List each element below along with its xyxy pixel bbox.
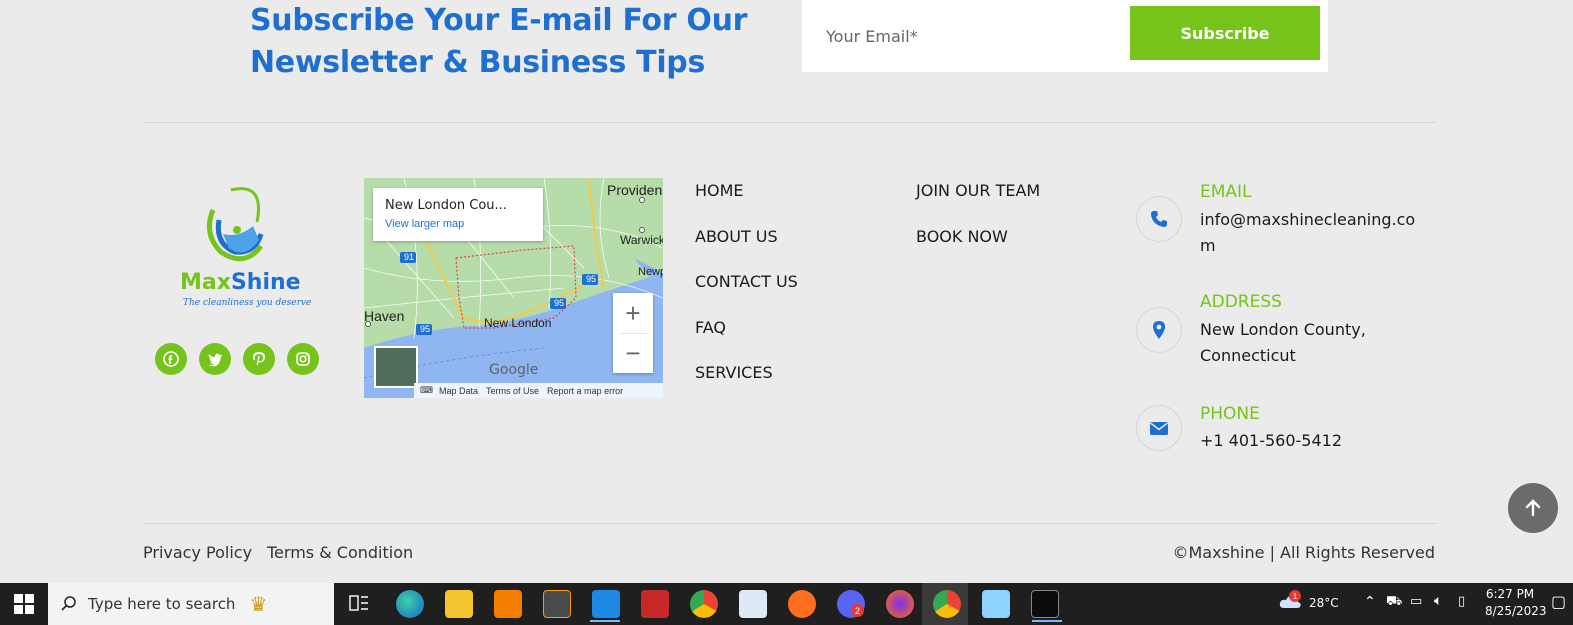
clock-date: 8/25/2023 xyxy=(1485,604,1547,618)
map-label-new-london: New London xyxy=(484,316,552,330)
usb-icon[interactable]: ⛟ xyxy=(1386,594,1402,611)
phone-value[interactable]: +1 401-560-5412 xyxy=(1200,428,1342,454)
newsletter-heading: Subscribe Your E-mail For Our Newsletter… xyxy=(250,0,770,84)
task-view-icon[interactable] xyxy=(348,593,370,618)
address-value: New London County, Connecticut xyxy=(1200,317,1366,369)
sublime-text-icon[interactable] xyxy=(543,590,571,618)
email-value-line1: info@maxshinecleaning.co xyxy=(1200,210,1416,229)
address-value-line1: New London County, xyxy=(1200,320,1366,339)
search-icon xyxy=(61,596,76,611)
section-divider xyxy=(143,122,1436,123)
nav-services[interactable]: SERVICES xyxy=(695,363,773,382)
arrow-up-icon xyxy=(1525,499,1541,517)
map-zoom-out-button[interactable]: − xyxy=(613,334,653,373)
nav-join-our-team[interactable]: JOIN OUR TEAM xyxy=(916,181,1040,200)
terms-link[interactable]: Terms & Condition xyxy=(267,543,413,562)
map-zoom-in-button[interactable]: + xyxy=(613,293,653,333)
map-report-link[interactable]: Report a map error xyxy=(547,386,623,396)
nav-about-us[interactable]: ABOUT US xyxy=(695,227,778,246)
chrome-profile-icon[interactable] xyxy=(933,590,961,618)
battery-icon[interactable]: ▯ xyxy=(1458,594,1465,609)
map-label-warwick: Warwick xyxy=(620,233,663,247)
vscode-icon[interactable] xyxy=(592,590,620,618)
email-title: EMAIL xyxy=(1200,182,1252,202)
clock-time: 6:27 PM xyxy=(1485,587,1535,601)
pinterest-icon[interactable] xyxy=(243,343,275,375)
location-pin-icon xyxy=(1136,307,1182,353)
map-label-newport: Newp xyxy=(638,266,663,278)
map-label-haven: Haven xyxy=(364,308,405,324)
phone-icon xyxy=(1136,196,1182,242)
logo-tagline: The cleanliness you deserve xyxy=(183,298,312,308)
facebook-icon[interactable] xyxy=(155,343,187,375)
filezilla-icon[interactable] xyxy=(641,590,669,618)
map-label-i95-east: 95 xyxy=(586,274,597,284)
nav-home[interactable]: HOME xyxy=(695,181,744,200)
chevron-up-icon[interactable]: ⌃ xyxy=(1364,594,1376,610)
newsletter-heading-line2: Newsletter & Business Tips xyxy=(250,45,706,80)
taskbar-clock[interactable]: 6:27 PM 8/25/2023 xyxy=(1485,587,1547,618)
xampp-icon[interactable] xyxy=(494,590,522,618)
map-label-i95-west: 95 xyxy=(420,324,431,334)
twitter-icon[interactable] xyxy=(199,343,231,375)
location-map[interactable]: Providen Warwick Newp Haven New London 9… xyxy=(364,178,663,398)
map-terms-link[interactable]: Terms of Use xyxy=(486,386,539,396)
map-place-name: New London Cou... xyxy=(385,198,507,213)
scroll-to-top-button[interactable] xyxy=(1508,483,1558,533)
taskbar-search-placeholder: Type here to search xyxy=(88,595,236,613)
newsletter-email-input[interactable] xyxy=(802,0,1122,72)
windows-start-icon[interactable] xyxy=(14,594,34,619)
google-logo: Google xyxy=(489,362,539,378)
nav-faq[interactable]: FAQ xyxy=(695,318,726,337)
notepad-icon[interactable] xyxy=(982,590,1010,618)
subscribe-button[interactable]: Subscribe xyxy=(1130,6,1320,60)
edge-icon[interactable] xyxy=(396,590,424,618)
terminal-icon[interactable] xyxy=(1031,590,1059,618)
discord-badge: 2 xyxy=(851,604,864,617)
address-title: ADDRESS xyxy=(1200,292,1282,312)
logo-mark-icon xyxy=(206,187,264,262)
newsletter-heading-line1: Subscribe Your E-mail For Our xyxy=(250,3,748,38)
postman-icon[interactable] xyxy=(788,590,816,618)
map-label-i95-center: 95 xyxy=(554,298,565,308)
remote-desktop-icon[interactable] xyxy=(739,590,767,618)
map-label-i91: 91 xyxy=(404,252,415,262)
terminal-running-indicator xyxy=(1032,620,1062,622)
instagram-icon[interactable] xyxy=(287,343,319,375)
map-satellite-toggle[interactable] xyxy=(374,346,418,388)
chrome-icon[interactable] xyxy=(690,590,718,618)
footer-divider xyxy=(143,523,1436,524)
copyright-text: ©Maxshine | All Rights Reserved xyxy=(1172,543,1436,562)
maxshine-logo[interactable]: MaxShine The cleanliness you deserve xyxy=(175,182,311,312)
phone-title: PHONE xyxy=(1200,404,1260,424)
email-value[interactable]: info@maxshinecleaning.co m xyxy=(1200,207,1415,259)
weather-temperature: 28°C xyxy=(1309,596,1339,610)
view-larger-map-link[interactable]: View larger map xyxy=(385,218,464,230)
taskbar-search-box[interactable]: Type here to search ♛ xyxy=(48,583,334,625)
volume-muted-icon[interactable]: 🔈︎ xyxy=(1434,593,1442,609)
logo-word-max: Max xyxy=(180,270,231,295)
map-info-card: New London Cou... View larger map xyxy=(373,188,543,241)
file-explorer-icon[interactable] xyxy=(445,590,473,618)
address-value-line2: Connecticut xyxy=(1200,346,1296,365)
logo-word-shine: Shine xyxy=(230,270,301,295)
firefox-icon[interactable] xyxy=(886,590,914,618)
notifications-icon[interactable]: ▢ xyxy=(1551,592,1566,611)
keyboard-icon[interactable]: ⌨ xyxy=(420,385,433,396)
map-label-providence: Providen xyxy=(607,182,663,198)
envelope-icon xyxy=(1136,405,1182,451)
nav-contact-us[interactable]: CONTACT US xyxy=(695,272,798,291)
weather-badge: 1 xyxy=(1289,590,1301,602)
search-highlight-icon: ♛ xyxy=(249,593,268,616)
privacy-policy-link[interactable]: Privacy Policy xyxy=(143,543,252,562)
map-zoom-controls: + − xyxy=(613,293,653,373)
nav-book-now[interactable]: BOOK NOW xyxy=(916,227,1008,246)
vscode-running-indicator xyxy=(590,620,620,622)
map-data-link[interactable]: Map Data xyxy=(439,386,478,396)
network-icon[interactable]: ▭ xyxy=(1410,594,1422,609)
logo-wordmark: MaxShine xyxy=(180,270,301,295)
email-value-line2: m xyxy=(1200,236,1216,255)
map-attribution-bar: ⌨ Map Data Terms of Use Report a map err… xyxy=(414,383,663,398)
